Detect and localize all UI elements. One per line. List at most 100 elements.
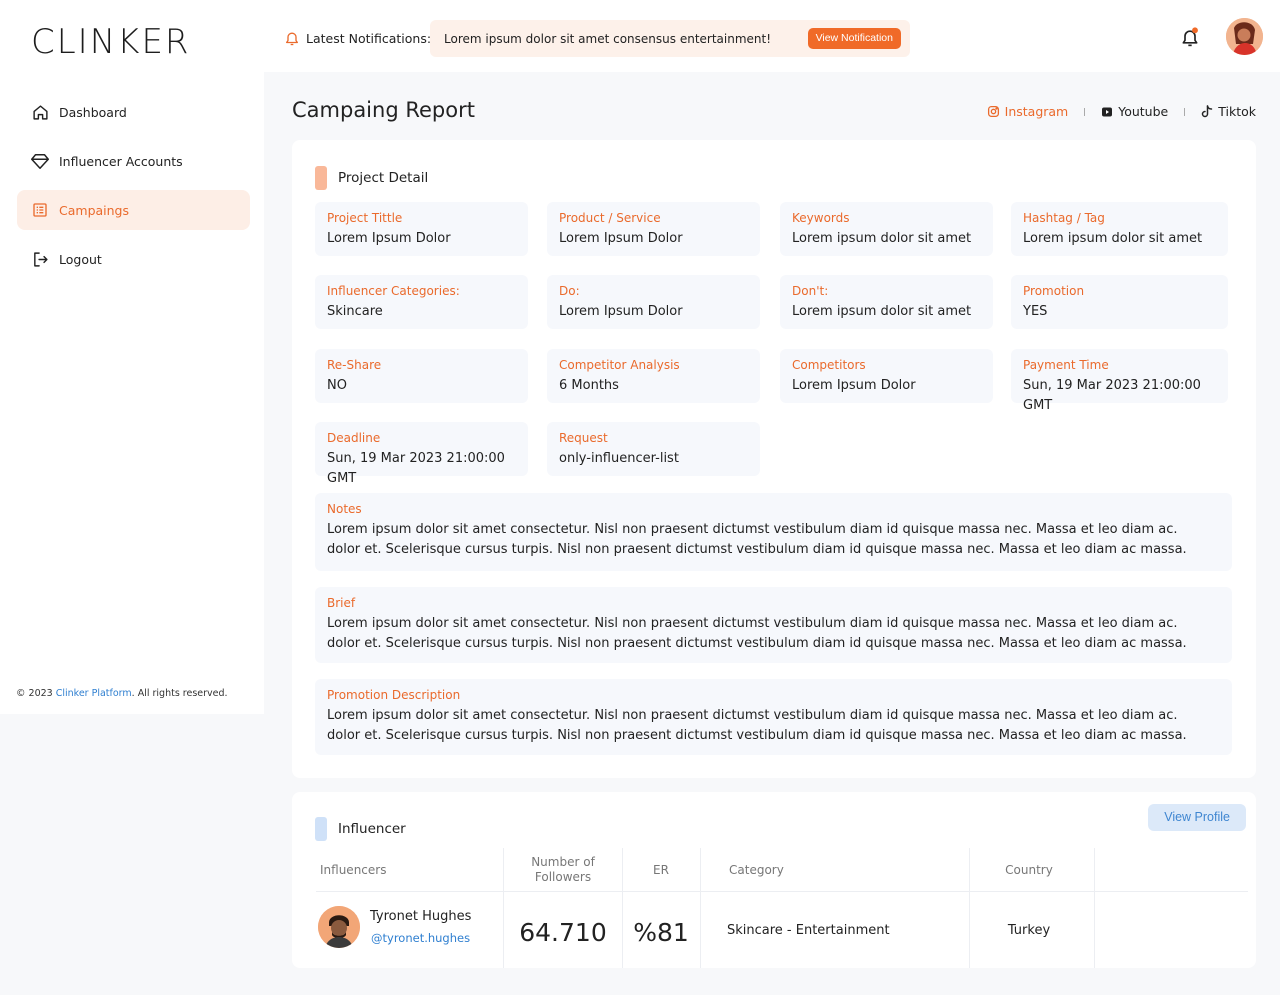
field-value-line: Lorem ipsum dolor sit amet consectetur. … — [327, 616, 1178, 631]
tab-instagram[interactable]: Instagram — [987, 104, 1068, 119]
logout-icon — [31, 250, 49, 268]
field-label: Competitors — [792, 358, 866, 372]
field-promotion-description: Promotion Description Lorem ipsum dolor … — [315, 679, 1232, 755]
field-keywords: Keywords Lorem ipsum dolor sit amet — [780, 202, 993, 256]
field-value-line: Lorem ipsum dolor sit amet consectetur. … — [327, 708, 1178, 723]
column-divider — [503, 848, 504, 968]
app-logo[interactable]: CLINKER — [31, 22, 191, 62]
field-label: Promotion Description — [327, 688, 461, 702]
field-value: only-influencer-list — [559, 451, 679, 466]
field-value: Lorem ipsum dolor sit amet — [792, 304, 972, 319]
section-marker — [315, 817, 327, 841]
field-competitor-analysis: Competitor Analysis 6 Months — [547, 349, 760, 403]
platform-link[interactable]: Clinker Platform — [56, 688, 132, 699]
field-value: Sun, 19 Mar 2023 21:00:00 GMT — [327, 451, 505, 486]
field-value: Lorem Ipsum Dolor — [327, 231, 451, 246]
field-value-line: dolor et. Scelerisque cursus turpis. Nis… — [327, 728, 1187, 743]
field-value: Sun, 19 Mar 2023 21:00:00 GMT — [1023, 378, 1201, 413]
field-label: Project Tittle — [327, 211, 403, 225]
field-re-share: Re-Share NO — [315, 349, 528, 403]
field-value: NO — [327, 378, 347, 393]
instagram-icon — [987, 105, 1000, 118]
influencer-handle-link[interactable]: @tyronet.hughes — [371, 931, 470, 945]
field-label: Request — [559, 431, 608, 445]
field-value-line: Lorem ipsum dolor sit amet consectetur. … — [327, 522, 1178, 537]
field-value: 6 Months — [559, 378, 619, 393]
field-label: Hashtag / Tag — [1023, 211, 1105, 225]
list-icon — [31, 201, 49, 219]
view-notification-button[interactable]: View Notification — [807, 28, 901, 49]
field-payment-time: Payment Time Sun, 19 Mar 2023 21:00:00 G… — [1011, 349, 1228, 413]
column-header-followers: Number of Followers — [504, 848, 622, 892]
field-do: Do: Lorem Ipsum Dolor — [547, 275, 760, 329]
field-label: Payment Time — [1023, 358, 1109, 372]
column-divider — [700, 848, 701, 968]
notifications-label-text: Latest Notifications: — [306, 31, 432, 46]
influencer-avatar[interactable] — [318, 906, 360, 948]
sidebar-item-label: Logout — [59, 251, 102, 267]
tab-youtube[interactable]: Youtube — [1101, 104, 1168, 119]
field-value: Lorem Ipsum Dolor — [559, 304, 683, 319]
field-label: Keywords — [792, 211, 850, 225]
sidebar-item-influencer-accounts[interactable]: Influencer Accounts — [17, 141, 250, 181]
field-request: Request only-influencer-list — [547, 422, 760, 476]
social-tabs: Instagram Youtube Tiktok — [987, 104, 1256, 119]
sidebar-item-campaings[interactable]: Campaings — [17, 190, 250, 230]
sidebar-nav: Dashboard Influencer Accounts Campaings … — [17, 92, 250, 288]
sidebar-item-dashboard[interactable]: Dashboard — [17, 92, 250, 132]
page-title: Campaing Report — [292, 98, 475, 122]
field-competitors: Competitors Lorem Ipsum Dolor — [780, 349, 993, 403]
section-marker — [315, 166, 327, 190]
field-product-service: Product / Service Lorem Ipsum Dolor — [547, 202, 760, 256]
influencer-country: Turkey — [1007, 923, 1051, 938]
field-value: Lorem ipsum dolor sit amet — [1023, 231, 1203, 246]
column-header-er: ER — [653, 863, 669, 877]
field-label: Product / Service — [559, 211, 661, 225]
tab-tiktok[interactable]: Tiktok — [1201, 104, 1256, 119]
column-header-category: Category — [729, 863, 784, 877]
field-label: Do: — [559, 284, 580, 298]
influencer-category: Skincare - Entertainment — [727, 923, 890, 938]
field-project-title: Project Tittle Lorem Ipsum Dolor — [315, 202, 528, 256]
table-header-divider — [316, 891, 1248, 892]
tab-divider — [1184, 107, 1186, 116]
copyright-prefix: © 2023 — [16, 688, 56, 699]
diamond-icon — [31, 152, 49, 170]
influencer-heading: Influencer — [315, 817, 406, 841]
field-value: Lorem Ipsum Dolor — [559, 231, 683, 246]
field-value-line: dolor et. Scelerisque cursus turpis. Nis… — [327, 636, 1187, 651]
engagement-rate: %81 — [633, 918, 689, 947]
column-header-followers-line1: Number of — [531, 855, 595, 869]
influencer-card: Influencer View Profile Influencers Numb… — [292, 792, 1256, 968]
tab-label: Tiktok — [1218, 104, 1256, 119]
sidebar-item-logout[interactable]: Logout — [17, 239, 250, 279]
column-divider — [1094, 848, 1095, 968]
section-title: Influencer — [338, 821, 406, 837]
bell-outline-icon — [284, 30, 300, 47]
field-value-line: dolor et. Scelerisque cursus turpis. Nis… — [327, 542, 1187, 557]
field-label: Promotion — [1023, 284, 1085, 298]
field-label: Brief — [327, 596, 356, 610]
youtube-icon — [1101, 106, 1113, 118]
notifications-bell-icon[interactable] — [1180, 26, 1200, 52]
column-header-country: Country — [1005, 863, 1053, 877]
user-avatar[interactable] — [1226, 18, 1263, 55]
field-label: Influencer Categories: — [327, 284, 460, 298]
view-profile-button[interactable]: View Profile — [1148, 804, 1246, 831]
project-detail-card: Project Detail Project Tittle Lorem Ipsu… — [292, 140, 1256, 778]
field-notes: Notes Lorem ipsum dolor sit amet consect… — [315, 493, 1232, 571]
field-label: Competitor Analysis — [559, 358, 680, 372]
field-dont: Don't: Lorem ipsum dolor sit amet — [780, 275, 993, 329]
sidebar-item-label: Campaings — [59, 202, 130, 218]
top-bar: Latest Notifications: Lorem ipsum dolor … — [264, 0, 1280, 72]
field-influencer-categories: Influencer Categories: Skincare — [315, 275, 528, 329]
notifications-label: Latest Notifications: — [284, 30, 431, 47]
copyright-suffix: . All rights reserved. — [131, 688, 228, 699]
section-title: Project Detail — [338, 170, 429, 186]
field-hashtag: Hashtag / Tag Lorem ipsum dolor sit amet — [1011, 202, 1228, 256]
sidebar-item-label: Influencer Accounts — [59, 153, 183, 169]
tab-label: Youtube — [1118, 104, 1169, 119]
field-value: YES — [1023, 304, 1048, 319]
field-deadline: Deadline Sun, 19 Mar 2023 21:00:00 GMT — [315, 422, 528, 486]
notification-text: Lorem ipsum dolor sit amet consensus ent… — [444, 32, 772, 46]
